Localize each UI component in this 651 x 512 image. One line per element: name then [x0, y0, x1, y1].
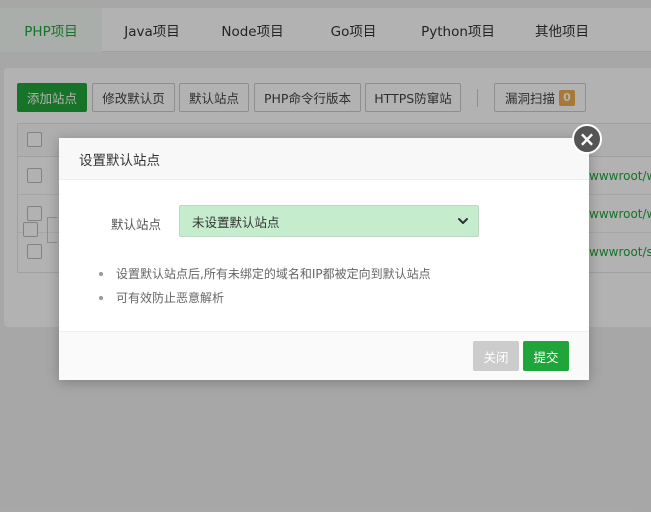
chevron-down-icon [458, 218, 468, 224]
submit-button[interactable]: 提交 [523, 341, 569, 371]
default-site-select-value: 未设置默认站点 [192, 214, 280, 230]
dialog-footer: 关闭 提交 [59, 331, 589, 380]
tip-item: 设置默认站点后,所有未绑定的域名和IP都被定向到默认站点 [99, 266, 431, 290]
dialog-title: 设置默认站点 [59, 138, 589, 180]
default-site-select[interactable]: 未设置默认站点 [179, 205, 479, 237]
dialog-tips: 设置默认站点后,所有未绑定的域名和IP都被定向到默认站点 可有效防止恶意解析 [99, 266, 431, 314]
tip-item: 可有效防止恶意解析 [99, 290, 431, 314]
default-site-label: 默认站点 [111, 217, 162, 232]
close-button[interactable]: 关闭 [473, 341, 519, 371]
default-site-dialog: 设置默认站点 × 默认站点 未设置默认站点 设置默认站点后,所有未绑定的域名和I… [59, 124, 602, 380]
close-icon[interactable]: × [572, 124, 602, 154]
